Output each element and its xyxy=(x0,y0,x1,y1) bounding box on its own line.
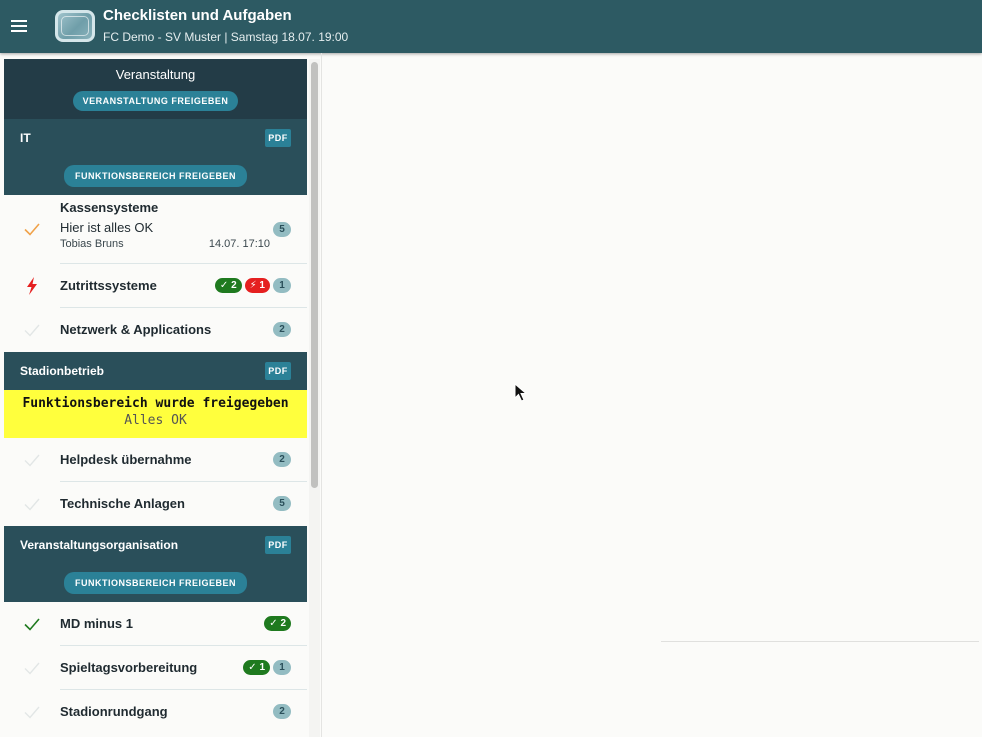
item-timestamp: 14.07. 17:10 xyxy=(208,238,270,250)
check-icon xyxy=(22,614,42,634)
section-header-stadionbetrieb: Stadionbetrieb PDF xyxy=(4,352,307,390)
check-icon xyxy=(22,658,42,678)
item-name: Netzwerk & Applications xyxy=(60,322,212,337)
release-area-button[interactable]: FUNKTIONSBEREICH FREIGEBEN xyxy=(63,165,247,187)
item-name: Technische Anlagen xyxy=(60,496,185,511)
checklist-sidebar: Veranstaltung VERANSTALTUNG FREIGEBEN IT… xyxy=(4,59,307,737)
cursor-icon xyxy=(514,383,528,402)
check-icon xyxy=(22,320,42,340)
menu-icon[interactable] xyxy=(6,13,32,39)
alert-badge: ⚡ 1 xyxy=(244,278,270,293)
scrollbar-thumb[interactable] xyxy=(311,62,318,488)
item-name: Zutrittssysteme xyxy=(60,278,157,293)
event-header: Veranstaltung VERANSTALTUNG FREIGEBEN xyxy=(4,59,307,119)
released-title: Funktionsbereich wurde freigegeben xyxy=(22,396,289,411)
list-item-stadionrundgang[interactable]: Stadionrundgang 2 xyxy=(4,690,307,734)
done-badge: ✓ 1 xyxy=(243,660,270,675)
column-divider xyxy=(321,53,322,737)
lightning-icon xyxy=(22,276,42,296)
count-badge: 2 xyxy=(273,452,291,467)
list-item-technische-anlagen[interactable]: Technische Anlagen 5 xyxy=(4,482,307,526)
list-item-netzwerk[interactable]: Netzwerk & Applications 2 xyxy=(4,308,307,352)
content-divider xyxy=(661,641,979,642)
count-badge: 1 xyxy=(273,660,291,675)
app-logo xyxy=(55,10,95,42)
count-badge: 2 xyxy=(273,322,291,337)
item-comment: Hier ist alles OK xyxy=(60,220,154,235)
check-icon xyxy=(22,702,42,722)
check-icon xyxy=(22,494,42,514)
pdf-button[interactable]: PDF xyxy=(265,362,291,380)
pdf-button[interactable]: PDF xyxy=(265,129,291,147)
count-badge: 5 xyxy=(273,222,291,237)
item-name: Stadionrundgang xyxy=(60,704,168,719)
count-badge: 2 xyxy=(273,704,291,719)
list-item-helpdesk[interactable]: Helpdesk übernahme 2 xyxy=(4,438,307,482)
pdf-button[interactable]: PDF xyxy=(265,536,291,554)
item-author: Tobias Bruns xyxy=(60,238,124,250)
section-header-it: IT PDF FUNKTIONSBEREICH FREIGEBEN xyxy=(4,119,307,195)
count-badge: 1 xyxy=(273,278,291,293)
count-badge: 5 xyxy=(273,496,291,511)
app-title: Checklisten und Aufgaben xyxy=(103,7,292,24)
section-header-veranstaltungsorganisation: Veranstaltungsorganisation PDF FUNKTIONS… xyxy=(4,526,307,602)
sidebar-scrollbar[interactable] xyxy=(309,59,320,737)
item-name: Kassensysteme xyxy=(60,200,159,215)
release-event-button[interactable]: VERANSTALTUNG FREIGEBEN xyxy=(72,91,239,111)
list-item-kassensysteme[interactable]: Kassensysteme Hier ist alles OK Tobias B… xyxy=(4,195,307,264)
list-item-spieltagsvorbereitung[interactable]: Spieltagsvorbereitung ✓ 1 1 xyxy=(4,646,307,690)
list-item-md-minus-1[interactable]: MD minus 1 ✓ 2 xyxy=(4,602,307,646)
event-title: Veranstaltung xyxy=(115,67,196,82)
done-badge: ✓ 2 xyxy=(214,278,242,293)
list-item-zutrittssysteme[interactable]: Zutrittssysteme ✓ 2 ⚡ 1 1 xyxy=(4,264,307,308)
released-banner: Funktionsbereich wurde freigegeben Alles… xyxy=(4,390,307,438)
section-title: Veranstaltungsorganisation xyxy=(20,538,179,552)
done-badge: ✓ 2 xyxy=(264,616,291,631)
section-title: Stadionbetrieb xyxy=(20,364,105,378)
release-area-button[interactable]: FUNKTIONSBEREICH FREIGEBEN xyxy=(63,572,247,594)
item-name: Spieltagsvorbereitung xyxy=(60,660,198,675)
check-icon xyxy=(22,450,42,470)
item-name: MD minus 1 xyxy=(60,616,133,631)
check-icon xyxy=(22,219,42,239)
section-title: IT xyxy=(20,131,31,145)
app-bar: Checklisten und Aufgaben FC Demo - SV Mu… xyxy=(0,0,982,53)
item-name: Helpdesk übernahme xyxy=(60,452,192,467)
app-subtitle: FC Demo - SV Muster | Samstag 18.07. 19:… xyxy=(103,30,349,44)
released-subtitle: Alles OK xyxy=(124,413,187,428)
